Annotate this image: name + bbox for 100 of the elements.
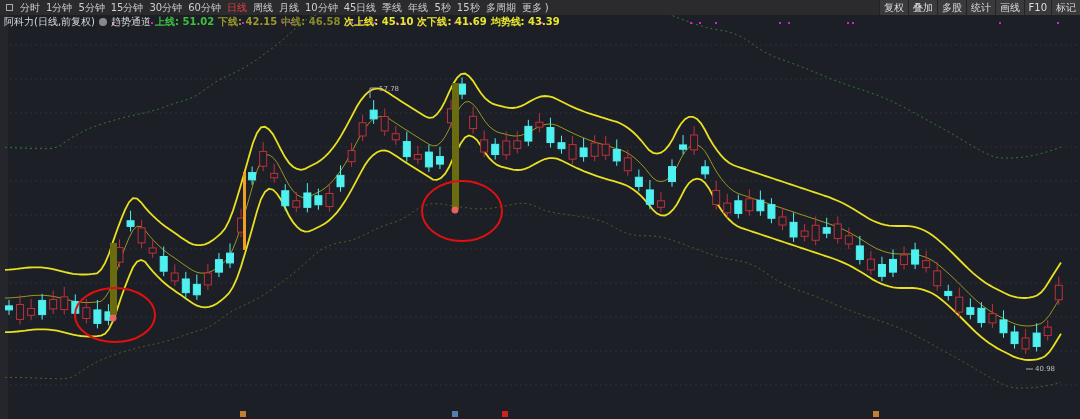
period-tab[interactable]: 分时 [17,0,43,15]
candlestick [900,246,909,271]
event-marker-icon[interactable] [240,411,246,417]
candlestick [458,76,467,100]
indicator-value: 下线: 42.15 [218,16,278,28]
leader-line [1025,368,1034,370]
candlestick [756,190,765,217]
candlestick [159,246,168,277]
candlestick [601,135,610,161]
candlestick [866,250,875,276]
event-marker-icon[interactable] [502,411,508,417]
candlestick [5,299,13,316]
candlestick [789,212,798,243]
candlestick [491,137,500,160]
toolbar-button[interactable]: 多股 [936,0,966,15]
candlestick [767,197,776,224]
candlestick [1032,322,1041,352]
period-tab[interactable]: 5秒 [431,0,454,15]
period-tab[interactable]: 10分钟 [301,0,341,15]
candlestick [192,274,201,301]
candlestick [1010,325,1019,350]
candlestick [259,141,268,172]
period-tab[interactable]: 15分钟 [107,0,147,15]
toolbar-button[interactable]: 标记 [1051,0,1080,15]
candlestick [679,134,688,155]
candlestick [402,131,411,163]
candlestick [49,289,58,315]
candlestick [413,145,422,165]
candlestick [889,248,897,278]
candlestick [325,184,334,213]
toolbar-button[interactable]: F10 [1023,0,1051,15]
candlestick [203,263,212,291]
candlestick [855,235,864,265]
period-tab[interactable]: 5分钟 [75,0,108,15]
period-tab[interactable]: 周线 [249,0,276,15]
indicator-value: 均势线: 43.39 [490,16,560,28]
indicator-value: 中线: 46.58 [281,16,341,28]
candlestick [214,252,223,278]
candlestick [93,299,102,329]
candlestick [734,194,743,219]
toolbar-button[interactable]: 叠加 [907,0,937,15]
period-tab[interactable]: 1分钟 [43,0,76,15]
candlestick [27,298,36,321]
candlestick [292,191,301,213]
candlestick [469,106,478,135]
candlestick [1021,328,1030,355]
period-tab[interactable]: 45日线 [340,0,380,15]
candlestick [16,294,25,325]
candlestick [1054,276,1063,306]
candlestick [546,117,555,149]
period-tab[interactable]: 季线 [379,0,406,15]
candlestick [524,119,533,147]
indicator-value: 次下线: 41.69 [417,16,487,28]
candlestick [60,286,69,316]
toolbar-button[interactable]: 复权 [878,0,908,15]
candlestick [270,163,279,184]
period-tab[interactable]: 60分钟 [185,0,224,15]
event-marker-icon[interactable] [873,411,879,417]
candlestick [502,131,511,161]
candlestick [480,130,489,158]
candlestick [822,217,831,239]
candlestick [612,138,621,167]
event-marker-icon[interactable] [452,411,458,417]
candlestick [568,135,577,165]
candlestick [922,250,931,274]
candlestick [999,309,1008,339]
candlestick [623,149,632,177]
candlestick [933,261,942,292]
candlestick [181,271,190,299]
period-tab[interactable]: 多周期 [482,0,519,15]
period-tab[interactable]: 30分钟 [146,0,186,15]
period-tab[interactable]: 15秒 [453,0,483,15]
period-tab[interactable]: 日线 [223,0,250,15]
toolbar-button[interactable]: 画线 [994,0,1024,15]
candlestick [877,256,886,282]
candlestick [281,183,290,212]
candlestick [911,242,920,270]
candlestick [347,142,356,168]
candlestick [844,227,853,250]
signal-dot-icon [451,206,459,214]
period-tab[interactable]: 更多 ) [518,0,552,15]
candlestick [557,135,566,155]
period-tab[interactable]: 月线 [275,0,302,15]
signal-bar [110,243,117,315]
candlestick [712,180,721,210]
candlestick [336,164,345,193]
candlestick [148,239,157,259]
candlestick [248,166,257,186]
candlestick [778,207,787,231]
candlestick [811,216,820,246]
candlestick [977,301,986,329]
candlestick [590,134,599,162]
candlestick [944,284,953,302]
candlestick [966,297,975,320]
candlestick [535,112,544,133]
indicator-icon [99,18,107,26]
period-tab[interactable]: 年线 [405,0,432,15]
toolbar-button[interactable]: 统计 [965,0,995,15]
panel-toggle-icon[interactable] [6,4,13,11]
stock-title: 阿科力(日线,前复权) [4,16,95,28]
